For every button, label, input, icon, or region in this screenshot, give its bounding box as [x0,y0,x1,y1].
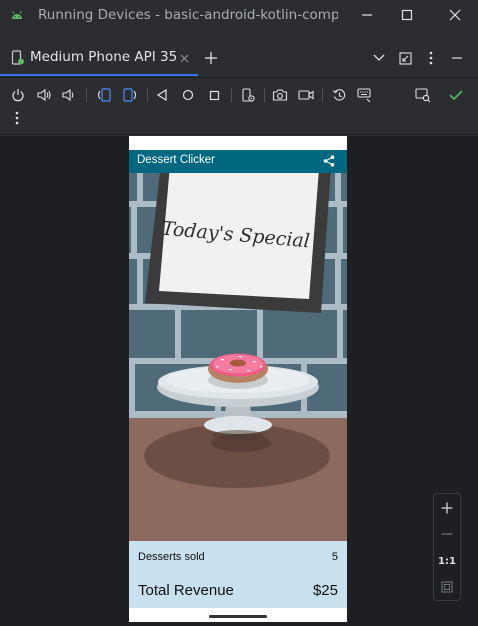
bakery-scene: Today's Special [129,173,347,541]
fit-screen-icon [441,581,453,593]
rotate-left-icon [97,88,111,102]
apply-button[interactable] [446,85,466,105]
gesture-nav-handle[interactable] [209,615,267,618]
maximize-button[interactable] [392,4,422,26]
tabs-dropdown-button[interactable] [370,49,388,67]
more-options-button[interactable] [422,49,440,67]
keyboard-input-button[interactable] [355,85,375,105]
rotate-right-button[interactable] [120,85,140,105]
app-top-bar: Dessert Clicker [129,150,347,173]
device-settings-button[interactable] [238,85,258,105]
close-icon [449,9,461,21]
chevron-down-icon [373,54,385,61]
window-arrow-icon [398,51,412,65]
volume-up-button[interactable] [34,85,54,105]
home-circle-icon [182,89,194,101]
rotate-right-icon [123,88,137,102]
rotate-left-button[interactable] [94,85,114,105]
back-button[interactable] [152,85,172,105]
tab-medium-phone[interactable]: Medium Phone API 35 [0,40,198,76]
add-device-button[interactable] [202,49,220,67]
desserts-sold-label: Desserts sold [138,551,205,563]
checkmark-icon [449,90,463,101]
toolbar-separator [264,88,265,102]
tab-close-button[interactable] [177,51,191,65]
desserts-sold-value: 5 [331,551,338,563]
overview-square-icon [209,90,219,100]
zoom-fit-button[interactable] [434,577,460,597]
toolbar-separator [322,88,323,102]
minimize-icon [452,57,462,59]
video-camera-icon [298,90,314,100]
phone-gear-icon [241,87,255,102]
close-icon [180,54,188,62]
back-triangle-icon [156,89,167,101]
history-icon [332,88,345,101]
share-icon[interactable] [323,155,335,167]
volume-up-icon [36,88,51,102]
tab-divider [0,77,478,78]
device-screen[interactable]: Dessert Clicker Today's Special Desserts… [129,136,347,622]
toolbar-separator [86,88,87,102]
sales-summary-panel: Desserts sold 5 Total Revenue $25 [129,541,347,608]
toolbar-separator [147,88,148,102]
volume-down-icon [62,88,74,102]
power-button[interactable] [8,85,28,105]
device-tab-bar: Medium Phone API 35 [0,40,478,76]
total-revenue-label: Total Revenue [138,582,234,599]
camera-icon [272,89,288,101]
toolbar-separator [231,88,232,102]
kebab-menu-icon [429,51,433,65]
total-revenue-value: $25 [312,582,338,599]
zoom-controls: 1:1 [433,493,461,601]
search-screen-icon [415,87,431,102]
kebab-menu-icon [15,111,19,125]
toolbar-overflow-button[interactable] [7,108,27,128]
zoom-out-button[interactable] [434,524,460,544]
volume-down-button[interactable] [59,85,79,105]
screen-record-button[interactable] [296,85,316,105]
device-phone-icon [11,50,24,65]
minimize-button[interactable] [352,4,382,26]
active-tab-indicator [0,74,198,76]
screenshot-button[interactable] [270,85,290,105]
app-title: Dessert Clicker [137,154,215,166]
maximize-icon [401,9,413,21]
zoom-in-button[interactable] [434,498,460,518]
android-icon [12,11,22,19]
plus-icon [205,52,217,64]
device-explorer-button[interactable] [413,85,433,105]
minimize-icon [362,14,372,16]
tab-label: Medium Phone API 35 [30,49,178,65]
snapshot-restore-button[interactable] [329,85,349,105]
donut-hole [230,359,246,367]
close-window-button[interactable] [440,4,470,26]
window-title-bar: Running Devices - basic-android-kotlin-c… [0,0,478,31]
toolbar-divider [0,134,478,135]
hide-panel-button[interactable] [448,49,466,67]
home-button[interactable] [178,85,198,105]
keyboard-icon [357,87,371,102]
window-title: Running Devices - basic-android-kotlin-c… [38,7,338,23]
zoom-actual-size-button[interactable]: 1:1 [434,551,460,571]
detach-window-button[interactable] [396,49,414,67]
overview-button[interactable] [204,85,224,105]
minus-icon [441,533,453,535]
power-icon [12,89,24,102]
plus-icon [441,502,453,514]
